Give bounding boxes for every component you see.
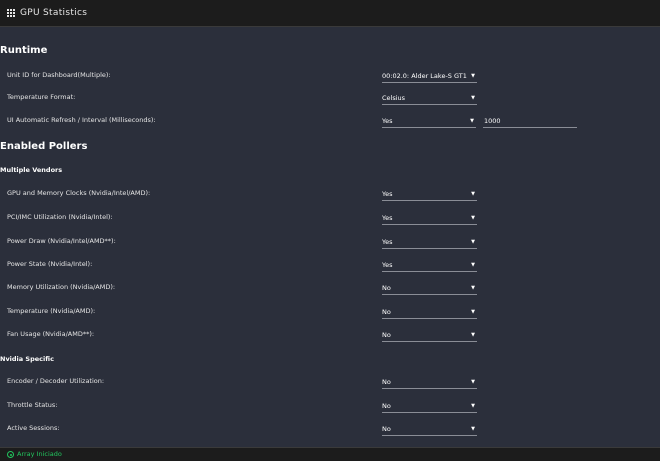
subheading-nvidia-specific: Nvidia Specific xyxy=(0,355,54,363)
setting-label: PCI/IMC Utilization (Nvidia/Intel): xyxy=(7,213,113,221)
select-value: Yes xyxy=(382,214,393,222)
power-state-select[interactable]: Yes ▼ xyxy=(382,258,477,272)
poller-row-temperature: Temperature (Nvidia/AMD): No ▼ xyxy=(0,305,660,319)
caret-down-icon: ▼ xyxy=(471,309,475,315)
caret-down-icon: ▼ xyxy=(471,403,475,409)
temperature-format-select[interactable]: Celsius ▼ xyxy=(382,91,477,105)
caret-down-icon: ▼ xyxy=(471,379,475,385)
select-value: 00:02.0: Alder Lake-S GT1 [UHD Graphics … xyxy=(382,72,468,80)
select-value: Yes xyxy=(382,190,393,198)
select-value: Celsius xyxy=(382,94,406,102)
setting-label: GPU and Memory Clocks (Nvidia/Intel/AMD)… xyxy=(7,189,151,197)
input-value: 1000 xyxy=(484,117,501,125)
poller-row-active-sessions: Active Sessions: No ▼ xyxy=(0,422,660,436)
caret-down-icon: ▼ xyxy=(471,332,475,338)
section-heading-runtime: Runtime xyxy=(0,45,48,56)
select-value: Yes xyxy=(382,117,393,125)
window-title: GPU Statistics xyxy=(20,8,88,18)
setting-row-temperature-format: Temperature Format: Celsius ▼ xyxy=(0,91,660,105)
power-draw-select[interactable]: Yes ▼ xyxy=(382,235,477,249)
memory-utilization-select[interactable]: No ▼ xyxy=(382,281,477,295)
setting-label: Active Sessions: xyxy=(7,424,60,432)
setting-label: UI Automatic Refresh / Interval (Millise… xyxy=(7,116,156,124)
poller-row-power-draw: Power Draw (Nvidia/Intel/AMD**): Yes ▼ xyxy=(0,235,660,249)
subheading-multiple-vendors: Multiple Vendors xyxy=(0,166,63,174)
poller-row-power-state: Power State (Nvidia/Intel): Yes ▼ xyxy=(0,258,660,272)
caret-down-icon: ▼ xyxy=(471,239,475,245)
caret-down-icon: ▼ xyxy=(471,73,475,79)
setting-label: Fan Usage (Nvidia/AMD**): xyxy=(7,330,95,338)
poller-row-encoder-decoder: Encoder / Decoder Utilization: No ▼ xyxy=(0,375,660,389)
array-status-text: Array Iniciado xyxy=(17,450,62,458)
setting-label: Throttle Status: xyxy=(7,401,58,409)
setting-label: Temperature Format: xyxy=(7,93,76,101)
status-bar: Array Iniciado xyxy=(0,447,660,461)
setting-row-refresh: UI Automatic Refresh / Interval (Millise… xyxy=(0,114,660,128)
title-bar: GPU Statistics xyxy=(0,0,660,27)
caret-down-icon: ▼ xyxy=(471,95,475,101)
select-value: No xyxy=(382,425,391,433)
select-value: No xyxy=(382,284,391,292)
caret-down-icon: ▼ xyxy=(471,262,475,268)
poller-row-pci-imc-utilization: PCI/IMC Utilization (Nvidia/Intel): Yes … xyxy=(0,211,660,225)
select-value: No xyxy=(382,402,391,410)
throttle-status-select[interactable]: No ▼ xyxy=(382,399,477,413)
caret-down-icon: ▼ xyxy=(471,191,475,197)
caret-down-icon: ▼ xyxy=(470,118,474,124)
refresh-select[interactable]: Yes ▼ xyxy=(382,114,476,128)
gpu-memory-clocks-select[interactable]: Yes ▼ xyxy=(382,187,477,201)
setting-label: Memory Utilization (Nvidia/AMD): xyxy=(7,283,116,291)
select-value: No xyxy=(382,308,391,316)
status-dot-icon xyxy=(7,451,14,458)
caret-down-icon: ▼ xyxy=(471,285,475,291)
section-heading-enabled-pollers: Enabled Pollers xyxy=(0,141,88,152)
encoder-decoder-select[interactable]: No ▼ xyxy=(382,375,477,389)
setting-label: Power Draw (Nvidia/Intel/AMD**): xyxy=(7,237,116,245)
temperature-select[interactable]: No ▼ xyxy=(382,305,477,319)
setting-label: Encoder / Decoder Utilization: xyxy=(7,377,105,385)
setting-label: Temperature (Nvidia/AMD): xyxy=(7,307,96,315)
poller-row-throttle-status: Throttle Status: No ▼ xyxy=(0,399,660,413)
fan-usage-select[interactable]: No ▼ xyxy=(382,328,477,342)
setting-row-unit-id: Unit ID for Dashboard(Multiple): 00:02.0… xyxy=(0,69,660,83)
unit-id-select[interactable]: 00:02.0: Alder Lake-S GT1 [UHD Graphics … xyxy=(382,69,477,83)
caret-down-icon: ▼ xyxy=(471,426,475,432)
poller-row-memory-utilization: Memory Utilization (Nvidia/AMD): No ▼ xyxy=(0,281,660,295)
pci-imc-utilization-select[interactable]: Yes ▼ xyxy=(382,211,477,225)
setting-label: Unit ID for Dashboard(Multiple): xyxy=(7,71,111,79)
caret-down-icon: ▼ xyxy=(471,215,475,221)
poller-row-fan-usage: Fan Usage (Nvidia/AMD**): No ▼ xyxy=(0,328,660,342)
select-value: Yes xyxy=(382,261,393,269)
select-value: Yes xyxy=(382,238,393,246)
select-value: No xyxy=(382,331,391,339)
refresh-interval-input[interactable]: 1000 xyxy=(483,114,577,128)
setting-label: Power State (Nvidia/Intel): xyxy=(7,260,93,268)
grid-icon xyxy=(6,9,15,18)
select-value: No xyxy=(382,378,391,386)
poller-row-gpu-memory-clocks: GPU and Memory Clocks (Nvidia/Intel/AMD)… xyxy=(0,187,660,201)
active-sessions-select[interactable]: No ▼ xyxy=(382,422,477,436)
